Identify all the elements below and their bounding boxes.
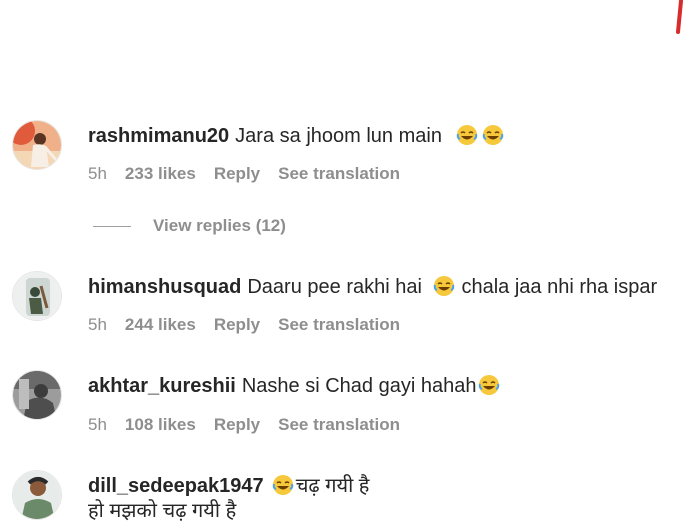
comment-text: Nashe si Chad gayi hahah — [241, 375, 477, 397]
reply-button[interactable]: Reply — [214, 415, 260, 434]
avatar[interactable] — [12, 271, 62, 321]
reply-button[interactable]: Reply — [214, 315, 260, 334]
comment-username[interactable]: himanshusquad — [88, 276, 241, 298]
see-translation-button[interactable]: See translation — [278, 164, 400, 183]
avatar[interactable] — [12, 120, 62, 170]
laughing-face-icon — [479, 375, 500, 395]
avatar[interactable] — [12, 370, 62, 420]
see-translation-button[interactable]: See translation — [278, 415, 400, 434]
red-stroke-mark — [676, 0, 683, 34]
comment-line: himanshusquad Daaru pee rakhi hai chala j… — [88, 275, 657, 299]
comment-meta: 5h 108 likes Reply See translation — [88, 415, 418, 435]
likes-count[interactable]: 233 likes — [125, 164, 196, 183]
likes-count[interactable]: 108 likes — [125, 415, 196, 434]
comment-username[interactable]: rashmimanu20 — [88, 125, 229, 147]
laughing-face-icon — [434, 276, 455, 296]
avatar[interactable] — [12, 470, 62, 520]
replies-divider — [93, 225, 131, 227]
view-replies-button[interactable]: View replies (12) — [93, 216, 286, 236]
laughing-face-icon — [272, 475, 293, 495]
comment-text: चढ़ गयी है — [295, 475, 370, 497]
comment-text: Jara sa jhoom lun main — [235, 125, 442, 147]
comment-line: rashmimanu20 Jara sa jhoom lun main — [88, 124, 506, 148]
reply-button[interactable]: Reply — [214, 164, 260, 183]
comment-time: 5h — [88, 164, 107, 183]
laughing-face-icon — [456, 125, 477, 145]
comment-text-line2: हो मझको चढ़ गयी है — [88, 500, 237, 522]
comment-meta: 5h 244 likes Reply See translation — [88, 315, 418, 335]
likes-count[interactable]: 244 likes — [125, 315, 196, 334]
comment-line: akhtar_kureshii Nashe si Chad gayi hahah — [88, 374, 502, 398]
see-translation-button[interactable]: See translation — [278, 315, 400, 334]
comment-username[interactable]: akhtar_kureshii — [88, 375, 236, 397]
comment-text-continued: chala jaa nhi rha ispar — [461, 276, 658, 298]
laughing-face-icon — [482, 125, 503, 145]
comment-line: dill_sedeepak1947 चढ़ गयी है — [88, 474, 369, 498]
comment-time: 5h — [88, 315, 107, 334]
comment-meta: 5h 233 likes Reply See translation — [88, 164, 418, 184]
comment-text: Daaru pee rakhi hai — [247, 276, 422, 298]
comment-time: 5h — [88, 415, 107, 434]
view-replies-label: View replies (12) — [153, 216, 286, 235]
comment-username[interactable]: dill_sedeepak1947 — [88, 475, 264, 497]
